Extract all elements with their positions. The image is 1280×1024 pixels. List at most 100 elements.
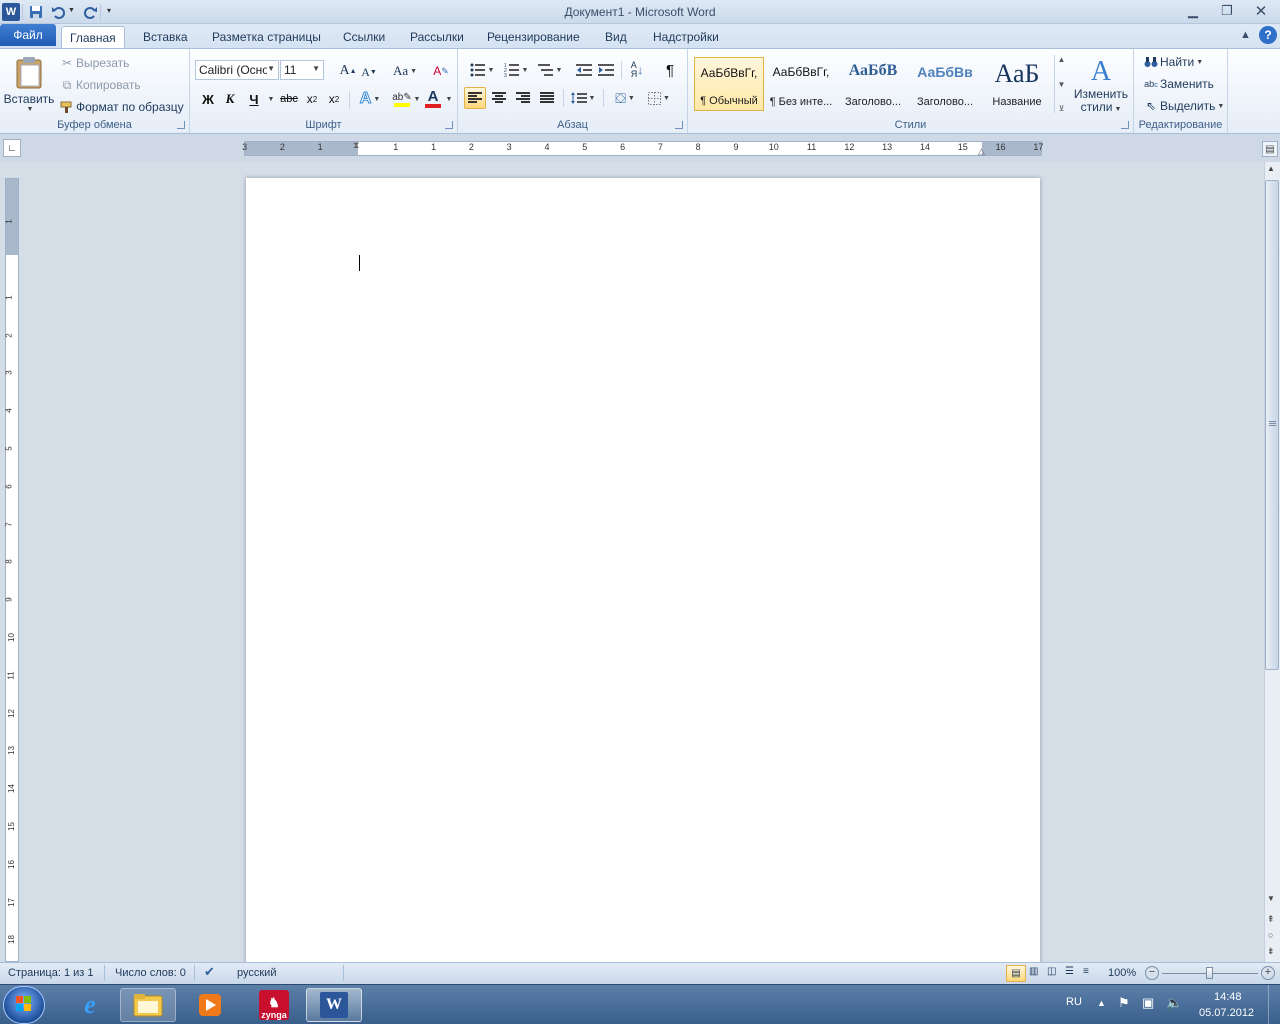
tab-selector-icon[interactable]: ∟ [3, 139, 21, 157]
tab-mailings[interactable]: Рассылки [402, 26, 472, 48]
page-count[interactable]: Страница: 1 из 1 [8, 967, 94, 979]
numbering-button[interactable]: 1 2 3 ▼ [500, 59, 532, 81]
minimize-ribbon-icon[interactable]: ▲ [1240, 29, 1251, 41]
zoom-level[interactable]: 100% [1108, 967, 1136, 979]
style-title[interactable]: АаБ Название [982, 57, 1052, 111]
dialog-launcher-icon[interactable] [1121, 121, 1129, 129]
grow-font-button[interactable]: A ▲ [338, 61, 358, 81]
network-icon[interactable]: ▣ [1142, 995, 1154, 1011]
scroll-down-icon[interactable]: ▼ [1267, 894, 1275, 903]
full-screen-reading-icon[interactable]: ▥ [1029, 966, 1038, 977]
paste-button[interactable]: Вставить ▼ [3, 51, 55, 117]
scrollbar-thumb[interactable] [1265, 180, 1279, 670]
justify-button[interactable] [536, 87, 558, 109]
proofing-icon[interactable]: ✔ [204, 964, 215, 980]
change-styles-button[interactable]: A Изменить стили ▼ [1072, 53, 1130, 119]
show-formatting-button[interactable]: ¶ [659, 59, 681, 81]
tab-references[interactable]: Ссылки [335, 26, 393, 48]
start-button[interactable] [3, 986, 45, 1024]
underline-button[interactable]: Ч [244, 89, 264, 109]
select-browse-object-icon[interactable]: ○ [1268, 930, 1273, 940]
subscript-button[interactable]: x2 [302, 89, 322, 109]
style-normal[interactable]: АаБбВвГг, ¶ Обычный [694, 57, 764, 111]
tab-file[interactable]: Файл [0, 24, 56, 46]
chevron-down-icon[interactable]: ▼ [1058, 80, 1066, 89]
taskbar-zynga[interactable]: ♞ zynga [246, 988, 302, 1022]
minimize-icon[interactable]: ▁ [1178, 2, 1208, 20]
dialog-launcher-icon[interactable] [675, 121, 683, 129]
font-color-dropdown-icon[interactable]: ▼ [444, 93, 453, 105]
clock-time[interactable]: 14:48 [1214, 991, 1242, 1003]
bold-button[interactable]: Ж [198, 89, 218, 109]
highlight-dropdown-icon[interactable]: ▼ [412, 93, 421, 105]
draft-icon[interactable]: ≡ [1083, 966, 1089, 977]
multilevel-list-button[interactable]: ▼ [534, 59, 566, 81]
outline-icon[interactable]: ☰ [1065, 966, 1074, 977]
right-indent-marker-icon[interactable]: △ [978, 146, 985, 157]
dialog-launcher-icon[interactable] [177, 121, 185, 129]
clock-date[interactable]: 05.07.2012 [1199, 1007, 1254, 1019]
action-center-icon[interactable]: ⚑ [1118, 995, 1130, 1011]
show-hidden-icons-icon[interactable]: ▲ [1097, 998, 1106, 1008]
superscript-button[interactable]: x2 [324, 89, 344, 109]
tab-home[interactable]: Главная [61, 26, 125, 48]
borders-button[interactable]: ▼ [644, 87, 674, 109]
horizontal-ruler[interactable]: 3 2 1 1 1 2 3 4 5 6 7 8 9 10 11 12 13 14 15 16 17 ⧗ △ [242, 140, 1043, 157]
font-name-combo[interactable]: Calibri (Осно ▼ [195, 60, 279, 80]
sort-button[interactable]: A Я ↓ [626, 59, 648, 81]
taskbar-internet-explorer[interactable]: e [62, 988, 118, 1022]
taskbar-explorer[interactable] [120, 988, 176, 1022]
line-spacing-button[interactable]: ▼ [568, 87, 598, 109]
zoom-out-icon[interactable]: − [1145, 966, 1159, 980]
view-ruler-icon[interactable]: ▤ [1262, 141, 1278, 157]
volume-icon[interactable]: 🔈 [1166, 995, 1182, 1011]
change-case-button[interactable]: Aa ▼ [391, 61, 419, 81]
scroll-up-icon[interactable]: ▲ [1267, 164, 1275, 173]
clear-formatting-button[interactable]: A ✎ [430, 61, 452, 81]
underline-dropdown-icon[interactable]: ▼ [265, 93, 275, 105]
increase-indent-button[interactable] [596, 59, 616, 81]
style-heading-1[interactable]: АаБбВ Заголово... [838, 57, 908, 111]
input-language[interactable]: RU [1066, 996, 1082, 1008]
dialog-launcher-icon[interactable] [445, 121, 453, 129]
align-center-button[interactable] [488, 87, 510, 109]
taskbar-word[interactable]: W [306, 988, 362, 1022]
zoom-slider-thumb[interactable] [1206, 967, 1213, 979]
more-styles-icon[interactable]: ⊻ [1059, 104, 1065, 113]
close-icon[interactable]: ✕ [1246, 2, 1276, 20]
copy-button[interactable]: ⧉ Копировать [58, 76, 141, 94]
style-heading-2[interactable]: АаБбВв Заголово... [910, 57, 980, 111]
align-left-button[interactable] [464, 87, 486, 109]
bullets-button[interactable]: ▼ [466, 59, 498, 81]
document-page[interactable] [246, 178, 1040, 978]
tab-review[interactable]: Рецензирование [479, 26, 588, 48]
format-painter-button[interactable]: Формат по образцу [58, 98, 184, 116]
shading-button[interactable]: ⛋ ▼ [610, 87, 640, 109]
next-page-icon[interactable]: ⇟ [1267, 946, 1275, 957]
cut-button[interactable]: ✂ Вырезать [58, 54, 129, 72]
shrink-font-button[interactable]: A ▼ [360, 62, 378, 82]
previous-page-icon[interactable]: ⇞ [1267, 914, 1275, 925]
zoom-in-icon[interactable]: + [1261, 966, 1275, 980]
show-desktop-button[interactable] [1268, 985, 1280, 1024]
tab-insert[interactable]: Вставка [135, 26, 196, 48]
tab-page-layout[interactable]: Разметка страницы [204, 26, 329, 48]
print-layout-icon[interactable]: ▤ [1006, 965, 1026, 982]
strikethrough-button[interactable]: abc [278, 89, 300, 109]
font-color-button[interactable]: A [423, 87, 443, 109]
web-layout-icon[interactable]: ◫ [1047, 966, 1056, 977]
text-effects-button[interactable]: A ▼ [356, 89, 384, 109]
word-count[interactable]: Число слов: 0 [115, 967, 186, 979]
italic-button[interactable]: К [220, 89, 240, 109]
tab-view[interactable]: Вид [597, 26, 635, 48]
help-icon[interactable]: ? [1259, 26, 1277, 44]
style-no-spacing[interactable]: АаБбВвГг, ¶ Без инте... [766, 57, 836, 111]
language[interactable]: русский [237, 967, 276, 979]
select-button[interactable]: ⇖ Выделить ▼ [1142, 97, 1224, 115]
find-button[interactable]: Найти ▼ [1142, 53, 1203, 71]
align-right-button[interactable] [512, 87, 534, 109]
vertical-ruler[interactable]: 1 1 2 3 4 5 6 7 8 9 10 11 12 13 14 15 16 17 18 [5, 178, 19, 962]
taskbar-media-player[interactable] [182, 988, 238, 1022]
font-size-combo[interactable]: 11 ▼ [280, 60, 324, 80]
restore-icon[interactable]: ❐ [1212, 2, 1242, 20]
